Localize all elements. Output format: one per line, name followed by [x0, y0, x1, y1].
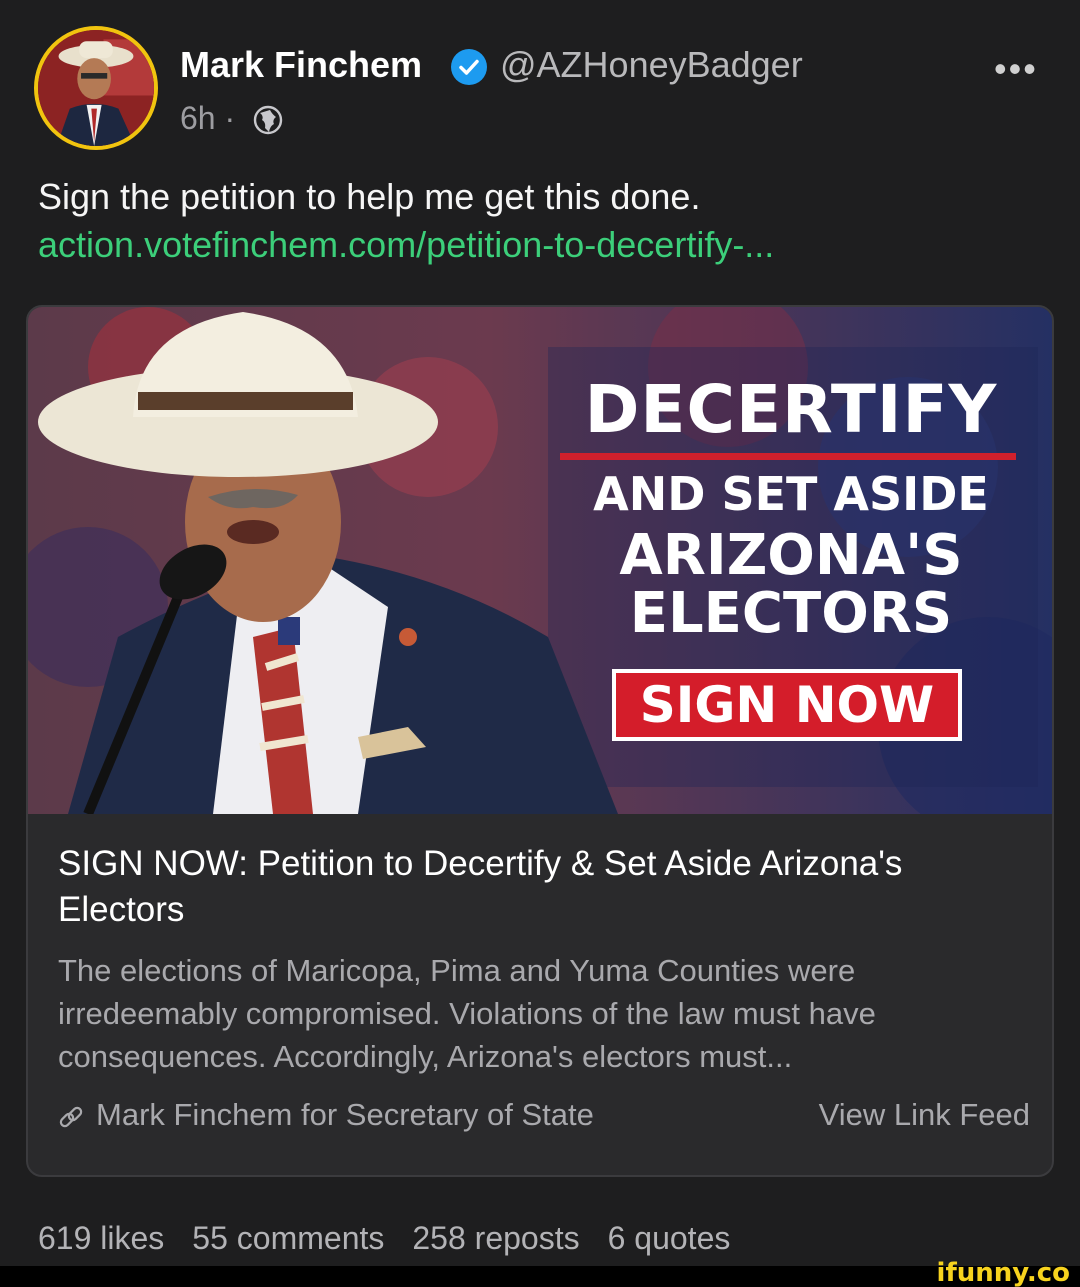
- verified-badge-icon: [451, 49, 487, 85]
- quotes-count[interactable]: 6 quotes: [608, 1220, 731, 1257]
- post-link[interactable]: action.votefinchem.com/petition-to-decer…: [38, 224, 774, 266]
- post-text: Sign the petition to help me get this do…: [38, 176, 701, 217]
- card-description: The elections of Maricopa, Pima and Yuma…: [58, 953, 876, 1074]
- post-timestamp: 6h ·: [180, 100, 236, 136]
- author-avatar[interactable]: [34, 26, 158, 150]
- avatar-portrait: [38, 30, 154, 146]
- link-icon: [59, 1106, 83, 1128]
- ifunny-watermark: ifunny.co: [936, 1258, 1070, 1287]
- more-options-icon[interactable]: •••: [994, 48, 1038, 90]
- author-handle[interactable]: @AZHoneyBadger: [500, 44, 803, 86]
- view-link-feed-button[interactable]: View Link Feed: [819, 1097, 1030, 1133]
- banner-subline-3: ELECTORS: [629, 581, 953, 646]
- card-footer: Mark Finchem for Secretary of State View…: [58, 1097, 1030, 1141]
- banner-subline-1: AND SET ASIDE: [593, 467, 989, 521]
- comments-count[interactable]: 55 comments: [192, 1220, 384, 1257]
- author-name[interactable]: Mark Finchem: [180, 44, 422, 86]
- post-stats: 619 likes 55 comments 258 reposts 6 quot…: [38, 1220, 730, 1257]
- watermark-bar: [0, 1266, 1080, 1287]
- link-preview-card[interactable]: DECERTIFY AND SET ASIDE ARIZONA'S ELECTO…: [26, 305, 1054, 1177]
- link-preview-image: DECERTIFY AND SET ASIDE ARIZONA'S ELECTO…: [28, 307, 1052, 814]
- likes-count[interactable]: 619 likes: [38, 1220, 164, 1257]
- banner-subline-2: ARIZONA'S: [619, 523, 963, 588]
- reposts-count[interactable]: 258 reposts: [412, 1220, 579, 1257]
- banner-sign-now-button: SIGN NOW: [612, 669, 962, 741]
- card-title[interactable]: SIGN NOW: Petition to Decertify & Set As…: [58, 841, 1028, 933]
- globe-icon: [253, 105, 283, 135]
- banner-divider: [560, 453, 1016, 460]
- card-source[interactable]: Mark Finchem for Secretary of State: [96, 1097, 594, 1133]
- banner-headline: DECERTIFY: [584, 371, 998, 448]
